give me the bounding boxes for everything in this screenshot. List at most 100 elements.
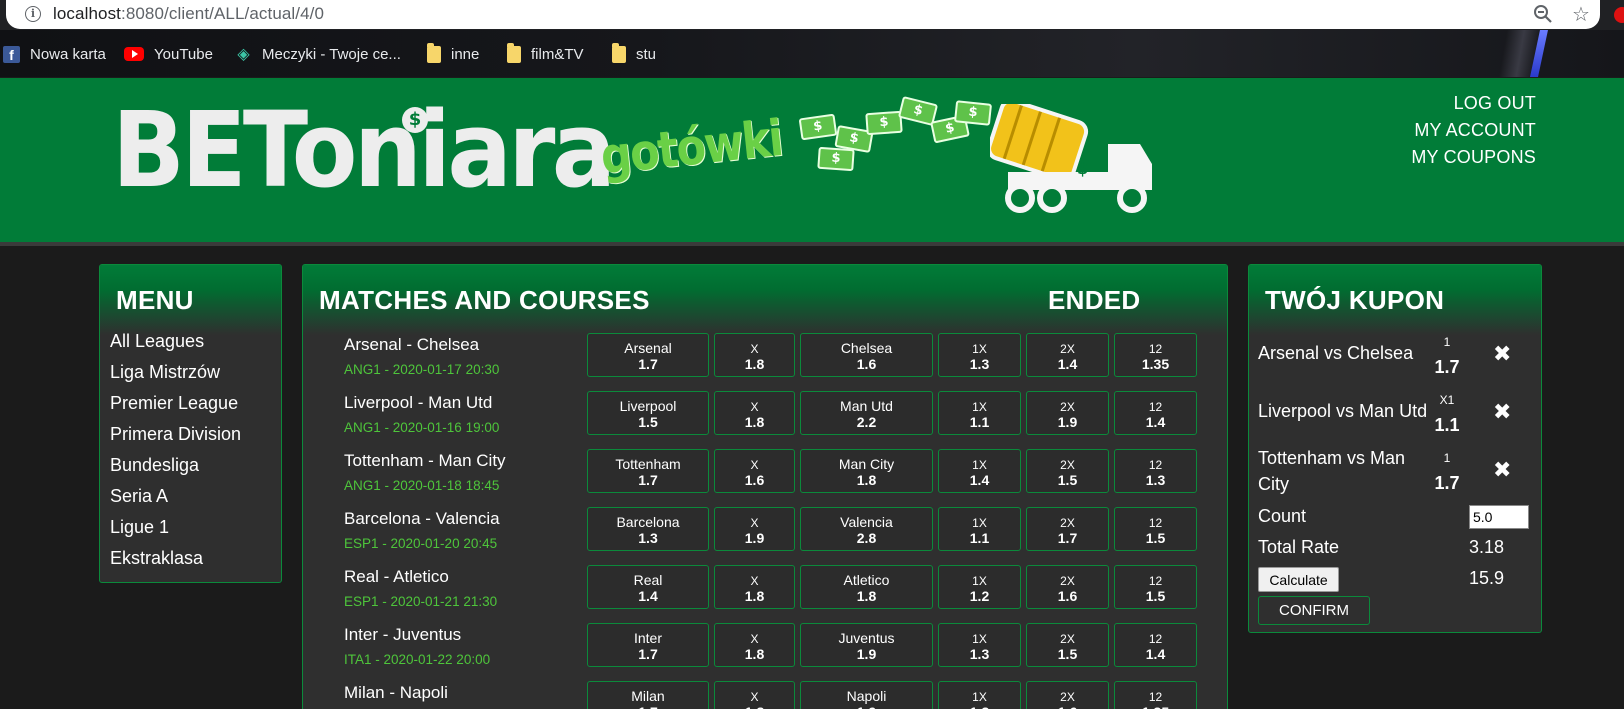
remove-icon[interactable]: ✖ [1493,400,1511,425]
facebook-icon: f [3,45,20,63]
odd-2x-button[interactable]: 2X 1.9 [1026,391,1109,435]
odd-value: 1.4 [1145,414,1166,430]
match-name[interactable]: Barcelona - Valencia [344,509,500,529]
odd-label: 12 [1148,342,1163,356]
my-account-link[interactable]: MY ACCOUNT [1411,117,1536,144]
bookmark-nowa-karta[interactable]: f Nowa karta [3,43,106,65]
draw-odd-button[interactable]: X1.8 [714,391,795,435]
odd-label: 2X [1060,516,1075,530]
ended-tab[interactable]: ENDED [1048,285,1141,316]
away-odd-button[interactable]: Valencia 2.8 [800,507,933,551]
total-rate-label: Total Rate [1258,537,1340,557]
menu-item-all-leagues[interactable]: All Leagues [110,326,281,357]
odd-1x-button[interactable]: 1X1.3 [938,623,1021,667]
match-name[interactable]: Liverpool - Man Utd [344,393,492,413]
odd-1x-button[interactable]: 1X1.3 [938,333,1021,377]
odd-1x-button[interactable]: 1X 1.2 [938,565,1021,609]
away-odd-button[interactable]: Napoli1.9 [800,681,933,709]
odd-value: 1.6 [1027,704,1108,709]
odd-value: 1.7 [638,472,658,488]
draw-odd-button[interactable]: X1.8 [714,681,795,709]
match-name[interactable]: Inter - Juventus [344,625,461,645]
menu-item-liga-mistrzow[interactable]: Liga Mistrzów [110,357,281,388]
odd-1x-button[interactable]: 1X 1.1 [938,507,1021,551]
home-odd-button[interactable]: Real 1.4 [587,565,709,609]
extension-icon[interactable] [1614,7,1624,23]
menu-item-premier-league[interactable]: Premier League [110,388,281,419]
calculate-button[interactable]: Calculate [1258,567,1339,592]
away-odd-button[interactable]: Man City 1.8 [800,449,933,493]
menu-item-bundesliga[interactable]: Bundesliga [110,450,281,481]
menu-item-ligue-1[interactable]: Ligue 1 [110,512,281,543]
odd-2x-button[interactable]: 2X 1.5 [1026,449,1109,493]
bookmark-folder-film-tv[interactable]: film&TV [507,42,584,65]
my-coupons-link[interactable]: MY COUPONS [1411,144,1536,171]
home-odd-button[interactable]: Inter 1.7 [587,623,709,667]
odd-1x-button[interactable]: 1X1.3 [938,681,1021,709]
odd-12-button[interactable]: 121.35 [1114,333,1197,377]
dollar-icon: $ [402,107,428,133]
remove-icon[interactable]: ✖ [1493,458,1511,483]
odd-label: 1X [972,400,987,414]
match-row: Inter - Juventus ITA1 - 2020-01-22 20:00 I… [303,623,1227,679]
url-text[interactable]: localhost:8080/client/ALL/actual/4/0 [53,4,324,24]
bookmark-star-icon[interactable]: ☆ [1572,2,1590,26]
match-name[interactable]: Tottenham - Man City [344,451,506,471]
draw-odd-button[interactable]: X 1.9 [714,507,795,551]
bookmark-folder-inne[interactable]: inne [427,42,479,65]
confirm-button[interactable]: CONFIRM [1258,596,1370,625]
info-icon[interactable]: i [25,6,41,22]
background-streak [1440,30,1600,77]
odd-2x-button[interactable]: 2X 1.7 [1026,507,1109,551]
remove-icon[interactable]: ✖ [1493,342,1511,367]
odd-2x-button[interactable]: 2X 1.5 [1026,623,1109,667]
draw-odd-button[interactable]: X 1.6 [714,449,795,493]
zoom-icon[interactable] [1533,4,1553,24]
omnibox[interactable]: i localhost:8080/client/ALL/actual/4/0 ☆ [6,0,1600,29]
match-name[interactable]: Arsenal - Chelsea [344,335,479,355]
menu-item-ekstraklasa[interactable]: Ekstraklasa [110,543,281,574]
odd-label: X [750,574,759,588]
away-odd-button[interactable]: Chelsea 1.6 [800,333,933,377]
away-odd-button[interactable]: Man Utd 2.2 [800,391,933,435]
odd-1x-button[interactable]: 1X 1.4 [938,449,1021,493]
home-odd-button[interactable]: Tottenham 1.7 [587,449,709,493]
site-logo[interactable]: BEToniara [112,98,616,202]
menu-item-seria-a[interactable]: Seria A [110,481,281,512]
home-odd-button[interactable]: Arsenal 1.7 [587,333,709,377]
odd-label: 12 [1148,516,1163,530]
home-odd-button[interactable]: Milan1.7 [587,681,709,709]
coupon-title: TWÓJ KUPON [1249,265,1541,335]
count-input[interactable] [1469,505,1529,529]
odd-12-button[interactable]: 12 1.4 [1114,623,1197,667]
match-name[interactable]: Real - Atletico [344,567,449,587]
away-odd-button[interactable]: Atletico 1.8 [800,565,933,609]
url-host: localhost [53,4,121,23]
odd-2x-button[interactable]: 2X 1.4 [1026,333,1109,377]
home-odd-button[interactable]: Liverpool 1.5 [587,391,709,435]
bookmark-youtube[interactable]: YouTube [124,43,213,65]
bookmark-label: stu [636,45,657,63]
home-odd-button[interactable]: Barcelona 1.3 [587,507,709,551]
draw-odd-button[interactable]: X1.8 [714,623,795,667]
odd-2x-button[interactable]: 2X1.6 [1026,681,1109,709]
odd-12-button[interactable]: 12 1.5 [1114,507,1197,551]
logout-link[interactable]: LOG OUT [1411,90,1536,117]
odd-2x-button[interactable]: 2X1.6 [1026,565,1109,609]
odd-12-button[interactable]: 12 1.5 [1114,565,1197,609]
match-name[interactable]: Milan - Napoli [344,683,448,703]
odd-12-button[interactable]: 12 1.4 [1114,391,1197,435]
away-odd-button[interactable]: Juventus 1.9 [800,623,933,667]
menu-item-primera-division[interactable]: Primera Division [110,419,281,450]
odd-label: 1X [972,690,987,704]
bookmark-meczyki[interactable]: ◈ Meczyki - Twoje ce... [235,43,401,65]
odd-label: 1X [972,632,987,646]
odd-12-button[interactable]: 12 1.3 [1114,449,1197,493]
odd-label: X [750,690,759,704]
draw-odd-button[interactable]: X1.8 [714,333,795,377]
odd-12-button[interactable]: 121.35 [1114,681,1197,709]
draw-odd-button[interactable]: X1.8 [714,565,795,609]
odd-1x-button[interactable]: 1X 1.1 [938,391,1021,435]
match-row: Tottenham - Man City ANG1 - 2020-01-18 18… [303,449,1227,505]
bookmark-folder-stu[interactable]: stu [612,42,657,65]
